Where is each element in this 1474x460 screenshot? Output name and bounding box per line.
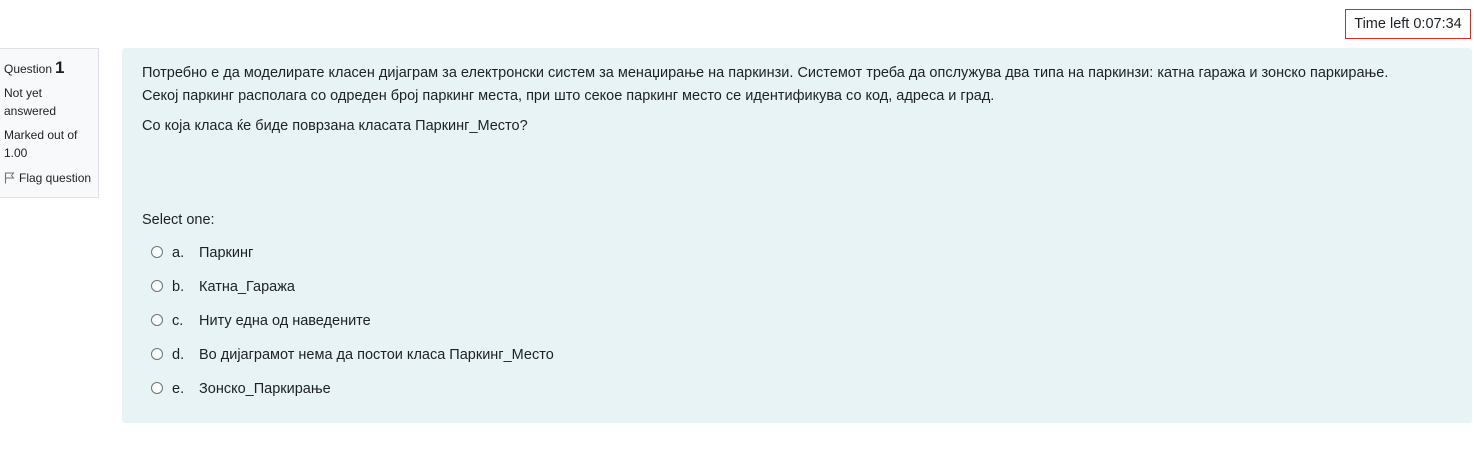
answer-letter: e. [172,381,185,397]
answer-options: a. Паркинг b. Катна_Гаража c. Ниту една … [151,236,554,406]
answer-label[interactable]: Катна_Гаража [199,279,295,295]
question-state: Not yet answered [4,86,57,118]
question-text-line-2: Секој паркинг располага со одреден број … [142,88,995,104]
question-number: Question 1 [4,59,94,78]
radio-button-e[interactable] [151,382,163,394]
flag-icon [4,172,15,184]
question-text: Потребно е да моделирате класен дијаграм… [142,62,1452,138]
answer-letter: c. [172,313,184,329]
question-grade: Marked out of 1.00 [4,128,78,160]
radio-button-b[interactable] [151,280,163,292]
select-one-prompt: Select one: [142,212,215,228]
answer-label[interactable]: Ниту една од наведените [199,313,371,329]
answer-label[interactable]: Паркинг [199,245,253,261]
answer-option-d[interactable]: d. Во дијаграмот нема да постои класа Па… [151,338,554,372]
time-left-text: Time left 0:07:34 [1354,16,1462,32]
radio-button-d[interactable] [151,348,163,360]
question-label: Question [4,62,53,76]
flag-question-button[interactable]: Flag question [4,169,94,187]
quiz-page: Time left 0:07:34 Question 1 Not yet answ… [0,0,1474,460]
answer-option-e[interactable]: e. Зонско_Паркирање [151,372,554,406]
question-number-value: 1 [55,58,65,77]
flag-question-label: Flag question [19,171,92,185]
answer-letter: b. [172,279,185,295]
answer-option-a[interactable]: a. Паркинг [151,236,554,270]
answer-option-b[interactable]: b. Катна_Гаража [151,270,554,304]
radio-button-a[interactable] [151,246,163,258]
question-text-question: Со која класа ќе биде поврзана класата П… [142,118,528,134]
answer-letter: d. [172,347,185,363]
answer-option-c[interactable]: c. Ниту една од наведените [151,304,554,338]
answer-letter: a. [172,245,185,261]
answer-label[interactable]: Зонско_Паркирање [199,381,331,397]
question-info-panel: Question 1 Not yet answered Marked out of… [0,48,99,198]
radio-button-c[interactable] [151,314,163,326]
time-left-timer: Time left 0:07:34 [1345,9,1471,39]
answer-label[interactable]: Во дијаграмот нема да постои класа Парки… [199,347,554,363]
question-text-line-1: Потребно е да моделирате класен дијаграм… [142,65,1389,81]
question-formulation: Потребно е да моделирате класен дијаграм… [122,48,1472,423]
